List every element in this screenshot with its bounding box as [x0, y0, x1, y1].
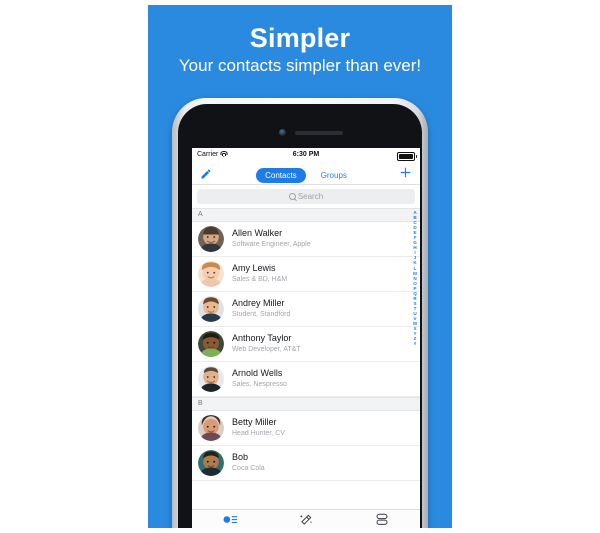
list-item[interactable]: Betty Miller Head Hunter, CV	[192, 411, 420, 446]
phone-mockup: Carrier 6:30 PM Contacts Groups Search A…	[172, 98, 428, 528]
list-item[interactable]: Bob Coca Cola	[192, 446, 420, 481]
list-item[interactable]: Anthony Taylor Web Developer, AT&T	[192, 327, 420, 362]
tab-bar: Contacts Tools More	[192, 509, 420, 528]
search-icon	[288, 193, 296, 200]
avatar	[198, 261, 224, 287]
search-bar: Search	[192, 185, 420, 208]
contact-subtitle: Software Engineer, Apple	[232, 241, 311, 248]
section-header: A	[192, 208, 420, 222]
alphabet-index-strip[interactable]: A B C D E F G H I J K L M N O P Q R S T U V W X Y Z #	[411, 210, 419, 346]
list-item-text: Amy Lewis Sales & BD, H&M	[232, 257, 420, 285]
list-item-text: Anthony Taylor Web Developer, AT&T	[232, 327, 420, 355]
index-letter[interactable]: #	[411, 341, 419, 346]
tab-bar-item-tools[interactable]: Tools	[268, 513, 344, 528]
page-title: Simpler	[249, 23, 351, 53]
phone-screen: Carrier 6:30 PM Contacts Groups Search A…	[192, 148, 420, 528]
tab-bar-item-more[interactable]: More	[344, 513, 420, 528]
list-item-text: Arnold Wells Sales, Nespresso	[232, 362, 420, 390]
list-item-text: Andrey Miller Student, Standford	[232, 292, 420, 320]
avatar	[198, 331, 224, 357]
promo-panel: Simpler Your contacts simpler than ever!…	[148, 5, 452, 528]
contact-name: Anthony Taylor	[232, 333, 292, 343]
tab-bar-item-contacts[interactable]: Contacts	[192, 513, 268, 528]
nav-bar: Contacts Groups	[192, 162, 420, 185]
tab-groups[interactable]: Groups	[312, 168, 356, 183]
contact-name: Amy Lewis	[232, 263, 276, 273]
earpiece-speaker-icon	[295, 131, 343, 135]
contact-subtitle: Head Hunter, CV	[232, 430, 285, 437]
contacts-list-icon	[192, 513, 268, 526]
page-subtitle: Your contacts simpler than ever!	[178, 56, 422, 75]
avatar	[198, 296, 224, 322]
contact-subtitle: Sales & BD, H&M	[232, 276, 288, 283]
list-item[interactable]: Arnold Wells Sales, Nespresso	[192, 362, 420, 397]
list-item[interactable]: Andrey Miller Student, Standford	[192, 292, 420, 327]
plus-icon[interactable]	[399, 166, 412, 179]
contact-name: Arnold Wells	[232, 368, 283, 378]
list-item-text: Bob Coca Cola	[232, 446, 420, 474]
section-header: B	[192, 397, 420, 411]
list-item-text: Betty Miller Head Hunter, CV	[232, 411, 420, 439]
search-placeholder-row: Search	[197, 189, 415, 204]
phone-bezel: Carrier 6:30 PM Contacts Groups Search A…	[178, 104, 422, 528]
status-time: 6:30 PM	[292, 151, 320, 158]
more-stack-icon	[344, 513, 420, 526]
contact-subtitle: Student, Standford	[232, 311, 291, 318]
contact-subtitle: Web Developer, AT&T	[232, 346, 301, 353]
magic-wand-icon	[268, 513, 344, 526]
avatar	[198, 366, 224, 392]
contacts-list[interactable]: A Allen Walker Software Engineer, Apple	[192, 208, 420, 516]
avatar	[198, 415, 224, 441]
tab-contacts[interactable]: Contacts	[256, 168, 306, 183]
list-item[interactable]: Allen Walker Software Engineer, Apple	[192, 222, 420, 257]
contact-name: Betty Miller	[232, 417, 277, 427]
contact-name: Bob	[232, 452, 249, 462]
status-bar: Carrier 6:30 PM	[192, 148, 420, 162]
list-item-text: Allen Walker Software Engineer, Apple	[232, 222, 420, 250]
screenshot-canvas: Simpler Your contacts simpler than ever!…	[0, 0, 600, 533]
camera-dot-icon	[279, 129, 286, 136]
contact-name: Allen Walker	[232, 228, 283, 238]
avatar	[198, 226, 224, 252]
search-input[interactable]: Search	[197, 189, 415, 204]
avatar	[198, 450, 224, 476]
search-placeholder: Search	[297, 192, 324, 201]
contact-subtitle: Coca Cola	[232, 465, 265, 472]
contact-name: Andrey Miller	[232, 298, 285, 308]
contact-subtitle: Sales, Nespresso	[232, 381, 287, 388]
battery-full-icon	[397, 152, 417, 161]
segmented-control: Contacts Groups	[192, 165, 420, 183]
list-item[interactable]: Amy Lewis Sales & BD, H&M	[192, 257, 420, 292]
